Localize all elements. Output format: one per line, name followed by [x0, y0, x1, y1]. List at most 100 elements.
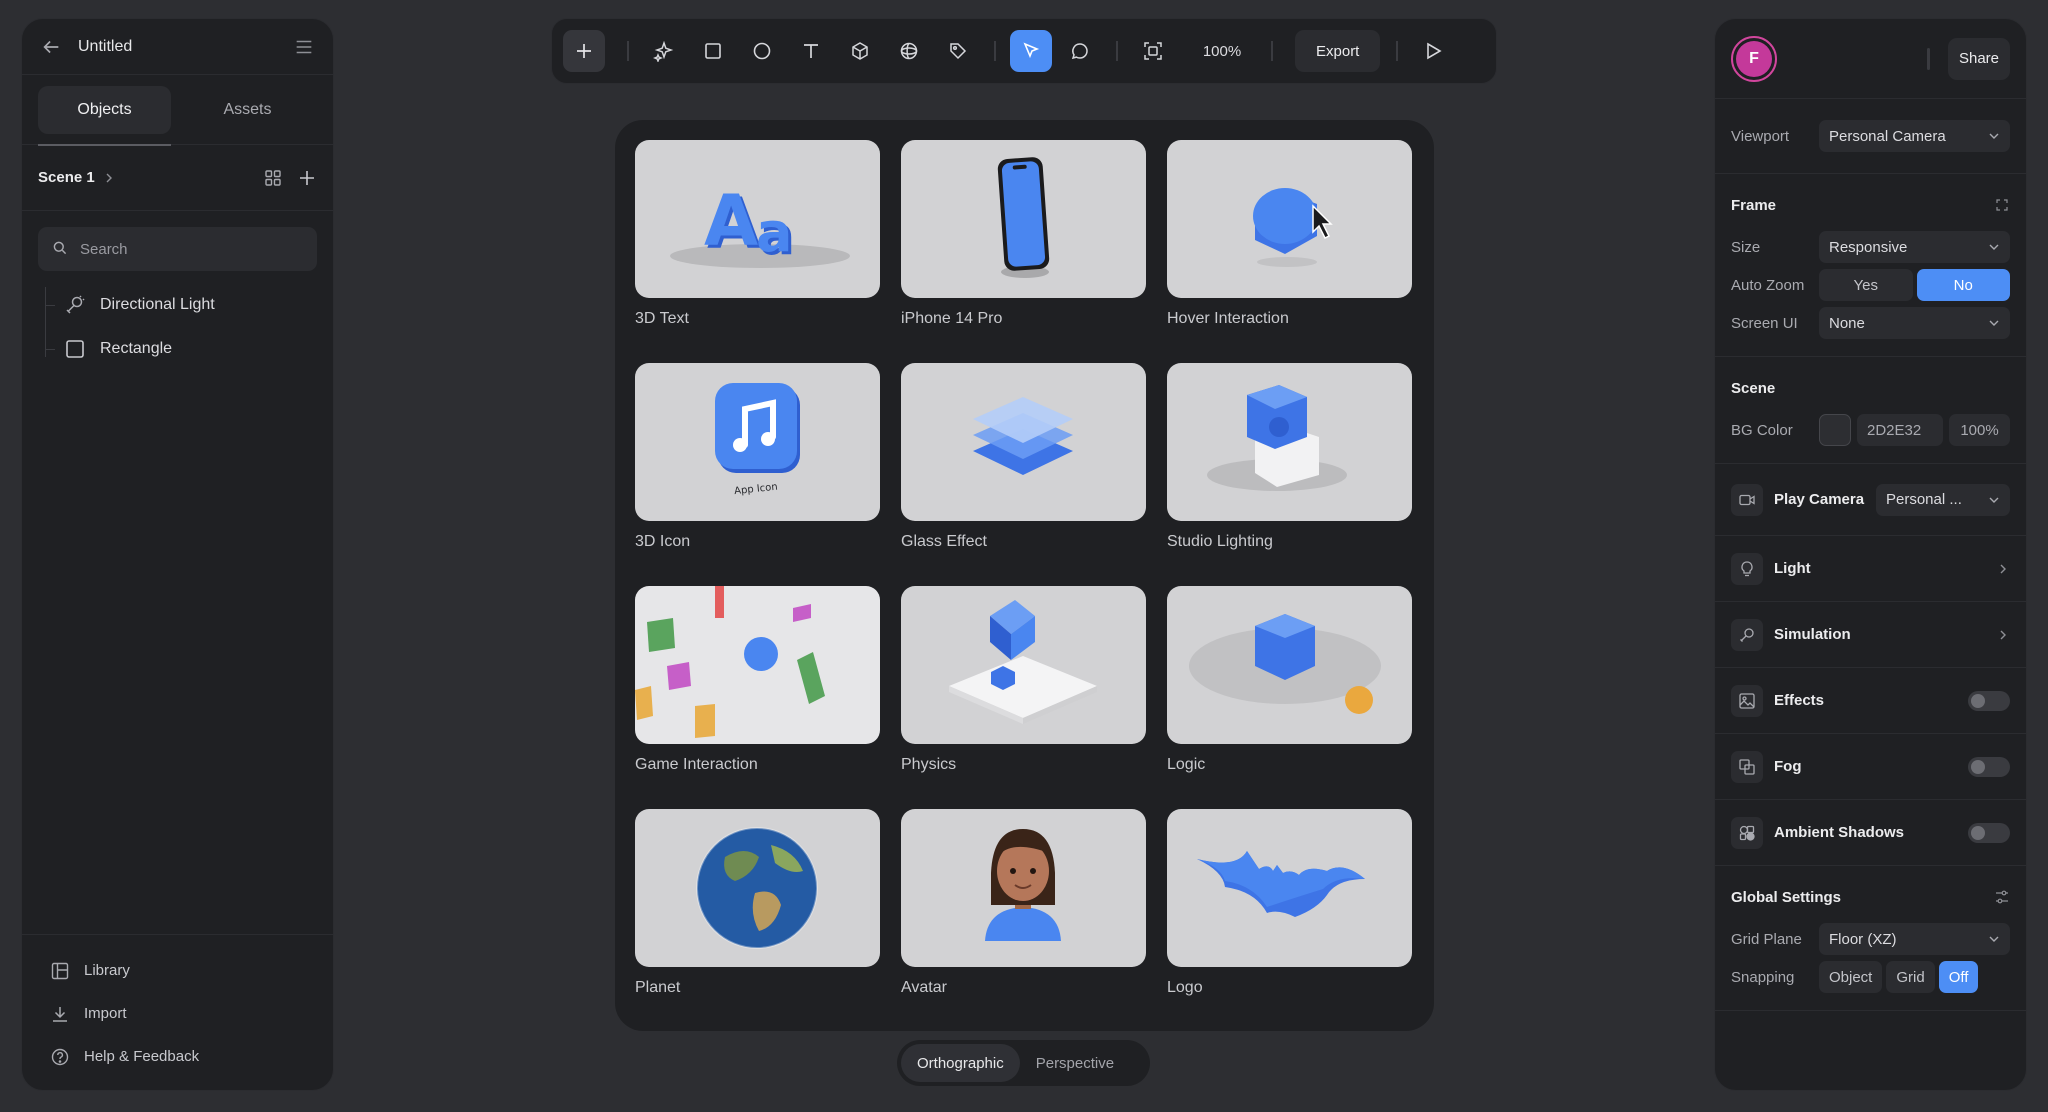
comment-tool-button[interactable] [1059, 30, 1101, 72]
simulation-row[interactable]: Simulation [1715, 602, 2026, 668]
template-card-3d-text[interactable]: A A a a 3D Text [635, 140, 880, 363]
grid-view-icon[interactable] [263, 168, 283, 188]
back-arrow-icon[interactable] [40, 36, 62, 58]
template-card-physics[interactable]: Physics [901, 586, 1146, 809]
bg-color-opacity[interactable]: 100% [1949, 414, 2010, 446]
viewport-select[interactable]: Personal Camera [1819, 120, 2010, 152]
snapping-toggle: Object Grid Off [1819, 961, 2010, 993]
import-label: Import [84, 1005, 127, 1022]
perspective-option[interactable]: Perspective [1020, 1044, 1130, 1082]
library-label: Library [84, 962, 130, 979]
thumbnail-studio-lighting[interactable] [1167, 363, 1412, 521]
frame-title: Frame [1731, 196, 1777, 214]
frame-tool-button[interactable] [1132, 30, 1174, 72]
zoom-level[interactable]: 100% [1191, 43, 1253, 60]
auto-zoom-yes[interactable]: Yes [1819, 269, 1913, 301]
play-camera-select[interactable]: Personal ... [1876, 483, 2010, 516]
tag-tool-button[interactable] [937, 30, 979, 72]
chevron-right-icon[interactable] [103, 172, 115, 184]
thumbnail-3d-text[interactable]: A A a a [635, 140, 880, 298]
bg-color-swatch[interactable] [1819, 414, 1851, 446]
thumbnail-logo[interactable] [1167, 809, 1412, 967]
thumbnail-logic[interactable] [1167, 586, 1412, 744]
library-link[interactable]: Library [22, 949, 333, 992]
fog-toggle[interactable] [1968, 756, 2010, 777]
template-card-game[interactable]: Game Interaction [635, 586, 880, 809]
play-button[interactable] [1412, 30, 1454, 72]
thumbnail-hover-interaction[interactable] [1167, 140, 1412, 298]
scene-name[interactable]: Scene 1 [38, 169, 95, 186]
expand-icon[interactable] [1994, 197, 2010, 213]
tab-objects[interactable]: Objects [38, 85, 171, 146]
template-card-avatar[interactable]: Avatar [901, 809, 1146, 1032]
search-box[interactable] [38, 227, 317, 271]
help-link[interactable]: Help & Feedback [22, 1035, 333, 1078]
tree-item-rectangle[interactable]: Rectangle [45, 327, 333, 371]
size-select[interactable]: Responsive [1819, 231, 2010, 263]
share-button[interactable]: Share [1947, 37, 2010, 80]
import-link[interactable]: Import [22, 992, 333, 1035]
user-avatar[interactable]: F [1731, 35, 1777, 82]
sliders-icon[interactable] [1994, 889, 2010, 905]
help-label: Help & Feedback [84, 1048, 200, 1065]
tree-item-directional-light[interactable]: Directional Light [45, 283, 333, 327]
bulb-icon [1731, 552, 1763, 585]
thumbnail-avatar[interactable] [901, 809, 1146, 967]
rectangle-tool-button[interactable] [692, 30, 734, 72]
add-scene-icon[interactable] [297, 168, 317, 188]
cube-tool-button[interactable] [839, 30, 881, 72]
snapping-off[interactable]: Off [1938, 961, 1979, 993]
auto-zoom-no[interactable]: No [1916, 269, 2010, 301]
snapping-grid[interactable]: Grid [1886, 961, 1935, 993]
template-card-iphone[interactable]: iPhone 14 Pro [901, 140, 1146, 363]
sphere-icon [900, 42, 918, 60]
left-panel-tabs: Objects Assets [22, 75, 333, 146]
pointer-tool-button[interactable] [1010, 30, 1052, 72]
grid-plane-select[interactable]: Floor (XZ) [1819, 923, 2010, 955]
effects-row: Effects [1715, 668, 2026, 734]
grid-plane-label: Grid Plane [1731, 930, 1802, 948]
light-row[interactable]: Light [1715, 536, 2026, 602]
thumbnail-physics[interactable] [901, 586, 1146, 744]
canvas-frame[interactable]: A A a a 3D Text iPhone 14 Pro Hover Inte… [615, 120, 1434, 1031]
thumbnail-glass-effect[interactable] [901, 363, 1146, 521]
thumbnail-game-interaction[interactable] [635, 586, 880, 744]
sphere-tool-button[interactable] [888, 30, 930, 72]
ellipse-tool-button[interactable] [741, 30, 783, 72]
chevron-down-icon [1989, 133, 1999, 139]
tab-assets[interactable]: Assets [181, 86, 314, 134]
template-label: iPhone 14 Pro [901, 310, 1003, 327]
template-card-logic[interactable]: Logic [1167, 586, 1412, 809]
global-settings-section: Global Settings Grid Plane Floor (XZ) Sn… [1715, 866, 2026, 1011]
project-title[interactable]: Untitled [78, 38, 293, 56]
light-icon [64, 294, 86, 316]
rectangle-icon [64, 338, 86, 360]
add-button[interactable] [563, 30, 605, 72]
template-label: Avatar [901, 979, 947, 996]
object-tree: Directional Light Rectangle [22, 283, 333, 371]
ambient-shadows-toggle[interactable] [1968, 822, 2010, 843]
snapping-object[interactable]: Object [1819, 961, 1883, 993]
template-card-glass[interactable]: Glass Effect [901, 363, 1146, 586]
thumbnail-3d-icon[interactable]: App Icon [635, 363, 880, 521]
bg-color-hex[interactable]: 2D2E32 [1857, 414, 1943, 446]
search-input[interactable] [80, 240, 303, 258]
template-card-3d-icon[interactable]: App Icon 3D Icon [635, 363, 880, 586]
effects-toggle[interactable] [1968, 690, 2010, 711]
screen-ui-select[interactable]: None [1819, 307, 2010, 339]
template-card-logo[interactable]: Logo [1167, 809, 1412, 1032]
orthographic-option[interactable]: Orthographic [901, 1044, 1020, 1082]
template-card-planet[interactable]: Planet [635, 809, 880, 1032]
export-button[interactable]: Export [1295, 30, 1381, 72]
size-value: Responsive [1829, 238, 1908, 256]
text-tool-button[interactable] [790, 30, 832, 72]
template-card-studio[interactable]: Studio Lighting [1167, 363, 1412, 586]
hamburger-menu-icon[interactable] [293, 36, 315, 58]
thumbnail-iphone[interactable] [901, 140, 1146, 298]
ai-tool-button[interactable] [643, 30, 685, 72]
template-card-hover[interactable]: Hover Interaction [1167, 140, 1412, 363]
top-toolbar: 100% Export [551, 18, 1497, 84]
library-icon [50, 961, 70, 981]
thumbnail-planet[interactable] [635, 809, 880, 967]
ambient-shadows-row: Ambient Shadows [1715, 800, 2026, 866]
